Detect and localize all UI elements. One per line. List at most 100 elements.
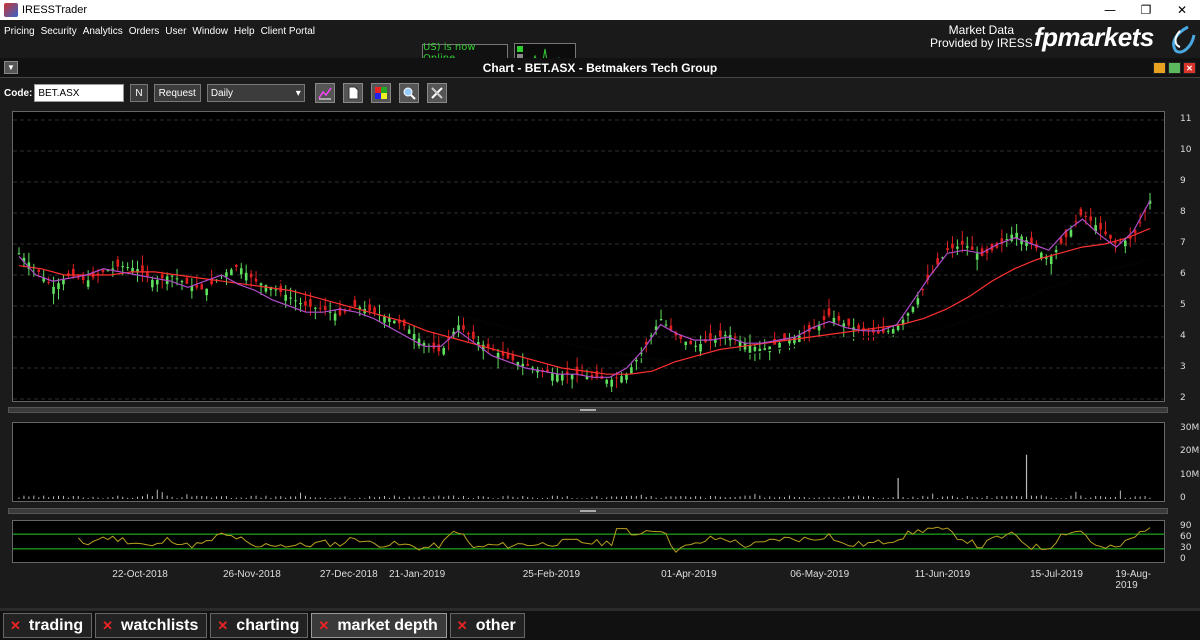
menu-item-orders[interactable]: Orders: [129, 26, 160, 37]
menu-item-help[interactable]: Help: [234, 26, 255, 37]
menu-item-user[interactable]: User: [165, 26, 186, 37]
tab-other[interactable]: ✕ other: [449, 613, 525, 638]
candle-body: [1084, 215, 1088, 217]
document-icon[interactable]: [342, 83, 363, 103]
rsi-chart-panel[interactable]: [12, 520, 1165, 563]
candle-body: [383, 316, 386, 323]
candle-body: [1109, 234, 1112, 239]
candle-body: [911, 306, 915, 312]
menu-item-pricing[interactable]: Pricing: [4, 26, 35, 37]
candle-body: [160, 274, 164, 279]
tab-trading[interactable]: ✕ trading: [3, 613, 93, 638]
app-title: IRESSTrader: [22, 4, 88, 16]
candle-body: [259, 283, 263, 286]
candle-body: [175, 278, 179, 280]
chart-maximize-icon[interactable]: [1168, 62, 1181, 74]
candle-body: [753, 346, 757, 351]
candle-body: [551, 372, 554, 381]
tab-label: other: [475, 616, 516, 634]
date-tick-label: 15-Jul-2019: [1030, 569, 1083, 580]
app-title-bar: IRESSTrader — ❐ ✕: [0, 0, 1200, 20]
fpmarkets-logo: fpmarkets: [1034, 22, 1154, 52]
candle-body: [289, 297, 292, 299]
volume-chart-panel[interactable]: [12, 422, 1165, 502]
color-palette-icon[interactable]: [370, 83, 391, 103]
candle-body: [442, 347, 446, 355]
candle-body: [1104, 231, 1107, 235]
candle-body: [906, 313, 910, 316]
candle-body: [531, 367, 534, 369]
candle-body: [1079, 208, 1083, 216]
tab-label: charting: [236, 616, 300, 634]
candle-body: [407, 329, 411, 334]
candle-body: [1049, 256, 1053, 264]
candle-body: [916, 298, 920, 305]
window-menu-button[interactable]: ▼: [4, 61, 18, 74]
restore-button[interactable]: ❐: [1128, 0, 1164, 20]
n-button[interactable]: N: [130, 84, 148, 102]
candle-body: [975, 253, 979, 260]
date-tick-label: 22-Oct-2018: [112, 569, 168, 580]
menu-item-client-portal[interactable]: Client Portal: [261, 26, 315, 37]
candle-body: [970, 246, 974, 250]
candle-body: [1054, 249, 1058, 253]
menu-item-analytics[interactable]: Analytics: [83, 26, 123, 37]
chart-minimize-icon[interactable]: [1153, 62, 1166, 74]
panel-splitter-2[interactable]: [8, 508, 1168, 514]
candle-body: [101, 269, 105, 273]
code-input[interactable]: [34, 84, 125, 102]
close-icon[interactable]: ✕: [102, 618, 113, 634]
candle-body: [146, 272, 149, 277]
candle-body: [847, 318, 851, 326]
candle-body: [620, 376, 623, 383]
candle-body: [748, 345, 752, 353]
rsi-tick-label: 90: [1180, 520, 1192, 531]
price-tick-label: 9: [1180, 176, 1186, 186]
candle-body: [956, 246, 959, 249]
candle-body: [857, 325, 860, 330]
tab-charting[interactable]: ✕ charting: [210, 613, 309, 638]
candle-body: [388, 318, 391, 322]
date-tick-label: 26-Nov-2018: [222, 569, 281, 580]
close-icon[interactable]: ✕: [457, 618, 468, 634]
price-tick-label: 3: [1180, 362, 1186, 372]
price-tick-label: 4: [1180, 331, 1186, 341]
close-icon[interactable]: ✕: [217, 618, 228, 634]
zoom-icon[interactable]: [398, 83, 419, 103]
price-chart-panel[interactable]: [12, 111, 1165, 402]
candle-body: [1114, 242, 1117, 244]
candle-body: [412, 333, 416, 340]
rsi-line: [77, 526, 1151, 553]
candle-body: [689, 340, 692, 345]
panel-splitter-1[interactable]: [8, 407, 1168, 413]
chart-type-icon[interactable]: [314, 83, 335, 103]
tools-icon[interactable]: [426, 83, 447, 103]
candle-body: [832, 317, 836, 323]
candle-body: [205, 288, 208, 296]
request-button[interactable]: Request: [153, 84, 201, 102]
candle-body: [76, 277, 80, 279]
price-tick-label: 6: [1180, 269, 1186, 279]
candle-body: [294, 300, 297, 302]
close-icon[interactable]: ✕: [10, 618, 21, 634]
minimize-button[interactable]: —: [1092, 0, 1128, 20]
market-data-line2: Provided by IRESS: [930, 36, 1033, 50]
fpmarkets-swirl-icon: [1172, 25, 1196, 54]
candle-body: [121, 266, 125, 268]
volume-tick-label: 10M: [1180, 469, 1200, 480]
tab-market-depth[interactable]: ✕ market depth: [311, 613, 447, 638]
menu-item-security[interactable]: Security: [41, 26, 77, 37]
candle-body: [886, 330, 890, 332]
menu-item-window[interactable]: Window: [192, 26, 228, 37]
candle-body: [1025, 240, 1028, 246]
rsi-tick-label: 60: [1180, 531, 1192, 542]
interval-select[interactable]: Daily ▾: [206, 84, 305, 102]
chart-close-icon[interactable]: ✕: [1183, 62, 1196, 74]
close-button[interactable]: ✕: [1164, 0, 1200, 20]
candle-body: [333, 313, 337, 321]
candle-body: [432, 342, 436, 349]
candle-body: [635, 360, 638, 362]
tab-watchlists[interactable]: ✕ watchlists: [95, 613, 208, 638]
candle-body: [195, 285, 199, 288]
close-icon[interactable]: ✕: [318, 618, 329, 634]
